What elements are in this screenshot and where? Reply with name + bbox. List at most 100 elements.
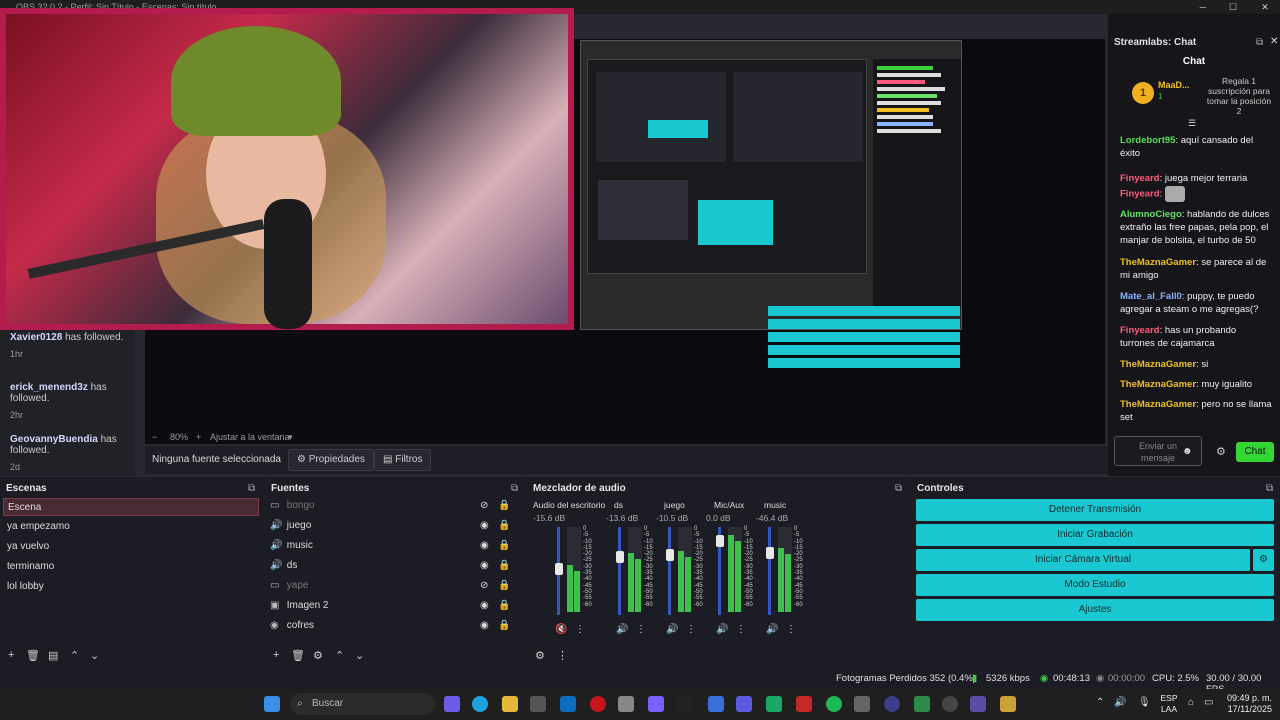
eye-hidden-icon[interactable]: ⊘ <box>480 496 488 516</box>
more-icon[interactable]: ⋮ <box>575 624 585 635</box>
scene-item[interactable]: ya vuelvo <box>3 538 259 556</box>
taskbar-search[interactable]: ⌕ Buscar <box>290 693 435 715</box>
source-item[interactable]: ▭ yape ⊘ 🔒 <box>270 576 512 596</box>
chat-username[interactable]: AlumnoCiego <box>1120 209 1182 220</box>
app-icon[interactable] <box>1000 696 1016 712</box>
filter-icon[interactable]: ☰ <box>1188 118 1196 129</box>
speaker-icon[interactable]: 🔊 <box>716 624 728 635</box>
app-icon[interactable] <box>796 696 812 712</box>
lock-icon[interactable]: 🔒 <box>498 596 510 616</box>
language-indicator[interactable]: ESP LAA <box>1158 693 1180 715</box>
volume-knob[interactable] <box>716 535 724 547</box>
lock-icon[interactable]: 🔒 <box>498 616 510 636</box>
app-icon[interactable] <box>766 696 782 712</box>
source-item[interactable]: ▣ Imagen 2 ◉ 🔒 <box>270 596 512 616</box>
source-item[interactable]: ▭ bongo ⊘ 🔒 <box>270 496 512 516</box>
zoom-in-icon[interactable]: + <box>196 432 201 442</box>
speaker-icon[interactable]: 🔊 <box>766 624 778 635</box>
scene-item[interactable]: ya empezamo <box>3 518 259 536</box>
eye-hidden-icon[interactable]: ⊘ <box>480 576 488 596</box>
control-button[interactable]: Iniciar Cámara Virtual <box>916 549 1250 571</box>
eye-icon[interactable]: ◉ <box>480 616 489 636</box>
chat-username[interactable]: Finyeard <box>1120 189 1160 200</box>
gear-icon[interactable]: ⚙ <box>535 649 545 662</box>
filters-button[interactable]: ▤ Filtros <box>374 449 432 471</box>
close-dock-icon[interactable]: ✕ <box>1270 36 1278 47</box>
control-button[interactable]: Iniciar Grabación <box>916 524 1274 546</box>
lock-icon[interactable]: 🔒 <box>498 516 510 536</box>
scene-item[interactable]: lol lobby <box>3 578 259 596</box>
scene-item[interactable]: terminamo <box>3 558 259 576</box>
lock-icon[interactable]: 🔒 <box>498 556 510 576</box>
app-icon[interactable] <box>736 696 752 712</box>
app-icon[interactable] <box>914 696 930 712</box>
lock-icon[interactable]: 🔒 <box>498 536 510 556</box>
volume-slider[interactable] <box>768 527 771 615</box>
settings-icon[interactable]: ⚙ <box>1216 445 1226 458</box>
store-icon[interactable] <box>530 696 546 712</box>
emoji-icon[interactable]: ☻ <box>1182 446 1193 457</box>
chat-username[interactable]: Mate_al_Fall0 <box>1120 291 1182 302</box>
scene-item[interactable]: Escena <box>3 498 259 516</box>
speaker-icon[interactable]: 🔊 <box>666 624 678 635</box>
remove-source-icon[interactable]: 🗑 <box>291 649 305 662</box>
more-icon[interactable]: ⋮ <box>786 624 796 635</box>
maximize-icon[interactable]: ☐ <box>1218 0 1248 14</box>
muted-icon[interactable]: 🔇 <box>555 624 567 635</box>
gear-icon[interactable]: ⚙ <box>1253 549 1274 571</box>
opera-icon[interactable] <box>590 696 606 712</box>
close-icon[interactable]: ✕ <box>1250 0 1280 14</box>
outlook-icon[interactable] <box>560 696 576 712</box>
undock-icon[interactable]: ⧉ <box>1266 483 1273 494</box>
windows-start-icon[interactable] <box>264 696 280 712</box>
undock-icon[interactable]: ⧉ <box>895 483 902 494</box>
gift-promo[interactable]: Regala 1 suscripción para tomar la posic… <box>1206 76 1272 116</box>
source-item[interactable]: 🔊 ds ◉ 🔒 <box>270 556 512 576</box>
chevron-down-icon[interactable]: ▾ <box>288 432 293 443</box>
volume-knob[interactable] <box>616 551 624 563</box>
source-item[interactable]: 🔊 music ◉ 🔒 <box>270 536 512 556</box>
more-icon[interactable]: ⋮ <box>686 624 696 635</box>
netflix-icon[interactable] <box>678 696 694 712</box>
more-icon[interactable]: ⋮ <box>736 624 746 635</box>
remove-scene-icon[interactable]: 🗑 <box>26 649 40 662</box>
copilot-icon[interactable] <box>444 696 460 712</box>
network-icon[interactable]: ⌂ <box>1188 697 1194 708</box>
fit-label[interactable]: Ajustar a la ventana <box>210 432 290 442</box>
chat-username[interactable]: TheMaznaGamer <box>1120 359 1196 370</box>
eye-icon[interactable]: ◉ <box>480 596 489 616</box>
chat-username[interactable]: Lordebort95 <box>1120 135 1175 146</box>
lock-icon[interactable]: 🔒 <box>498 576 510 596</box>
eye-icon[interactable]: ◉ <box>480 516 489 536</box>
source-item[interactable]: 🔊 juego ◉ 🔒 <box>270 516 512 536</box>
app-icon[interactable] <box>708 696 724 712</box>
chat-username[interactable]: TheMaznaGamer <box>1120 379 1196 390</box>
file-explorer-icon[interactable] <box>502 696 518 712</box>
speaker-icon[interactable]: 🔊 <box>1114 697 1126 708</box>
undock-icon[interactable]: ⧉ <box>511 483 518 494</box>
chat-send-button[interactable]: Chat <box>1236 442 1274 462</box>
more-icon[interactable]: ⋮ <box>636 624 646 635</box>
volume-knob[interactable] <box>555 563 563 575</box>
add-scene-icon[interactable]: + <box>8 649 14 661</box>
undock-icon[interactable]: ⧉ <box>1256 37 1263 48</box>
chevron-up-icon[interactable]: ⌃ <box>1096 697 1104 708</box>
control-button[interactable]: Detener Transmisión <box>916 499 1274 521</box>
speaker-icon[interactable]: 🔊 <box>616 624 628 635</box>
volume-slider[interactable] <box>668 527 671 615</box>
volume-knob[interactable] <box>766 547 774 559</box>
twitch-icon[interactable] <box>648 696 664 712</box>
obs-icon[interactable] <box>884 696 900 712</box>
discord-icon[interactable] <box>970 696 986 712</box>
eye-icon[interactable]: ◉ <box>480 536 489 556</box>
eye-icon[interactable]: ◉ <box>480 556 489 576</box>
volume-knob[interactable] <box>666 549 674 562</box>
volume-slider[interactable] <box>618 527 621 615</box>
filter-icon[interactable]: ▤ <box>48 649 58 662</box>
gear-icon[interactable]: ⚙ <box>313 649 323 662</box>
move-up-icon[interactable]: ⌃ <box>70 649 79 662</box>
settings-icon[interactable] <box>854 696 870 712</box>
app-icon[interactable] <box>618 696 634 712</box>
battery-icon[interactable]: ▭ <box>1204 697 1213 708</box>
lock-icon[interactable]: 🔒 <box>498 496 510 516</box>
